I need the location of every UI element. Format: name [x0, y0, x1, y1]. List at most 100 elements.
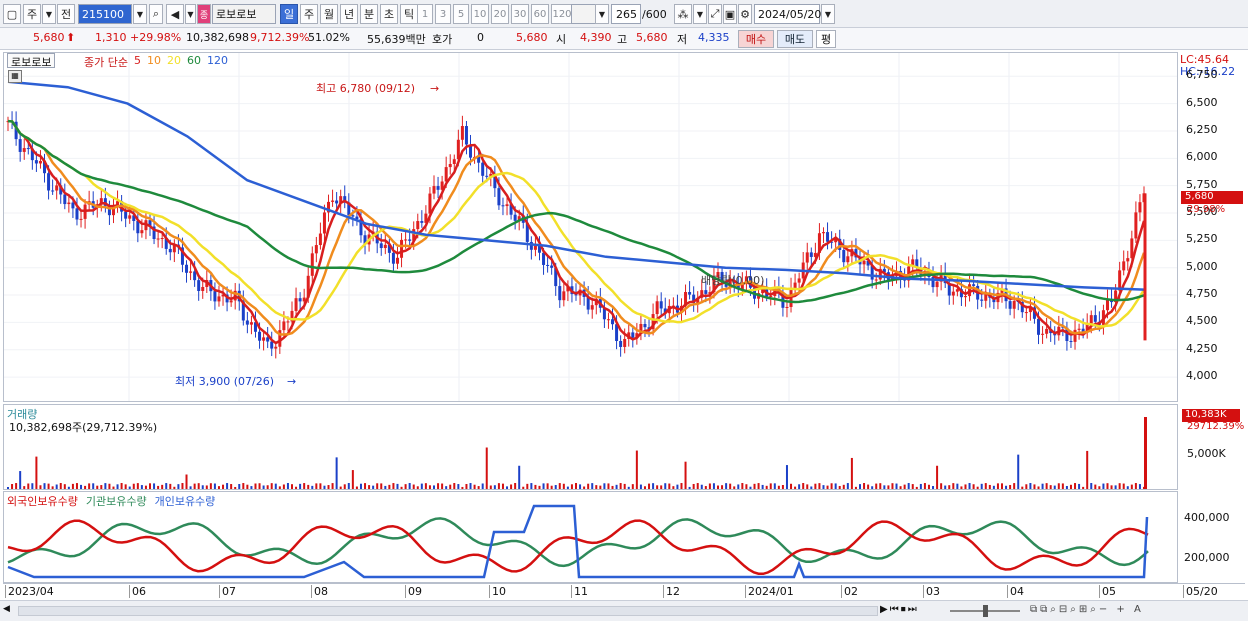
buy-button[interactable]: 매수 — [738, 30, 774, 48]
volume-bar-157 — [643, 486, 646, 489]
ma-legend-4[interactable]: 120 — [207, 54, 228, 70]
volume-bar-91 — [376, 483, 379, 489]
ma-legend-2[interactable]: 20 — [167, 54, 181, 70]
period-button-0[interactable]: 일 — [280, 4, 298, 24]
chevron-down-icon[interactable]: ▼ — [42, 4, 56, 24]
volume-bar-98 — [404, 484, 407, 489]
prev-button[interactable]: 전 — [57, 4, 75, 24]
candle-body-98 — [404, 239, 408, 241]
speaker-icon[interactable]: ◀ — [166, 4, 184, 24]
stock-name-field[interactable]: 로보로보 — [212, 4, 276, 24]
save-icon[interactable]: ▣ — [723, 4, 737, 24]
ma-legend-3[interactable]: 60 — [187, 54, 201, 70]
chevron-down-icon-4[interactable]: ▼ — [693, 4, 707, 24]
minute-button-7[interactable]: 120 — [551, 4, 573, 24]
minute-button-0[interactable]: 1 — [417, 4, 433, 24]
x-tick-4: 09 — [405, 585, 422, 598]
minute-button-6[interactable]: 60 — [531, 4, 549, 24]
ma-legend-0[interactable]: 5 — [134, 54, 141, 70]
candle-body-113 — [464, 126, 468, 145]
period-prefix-select[interactable]: 주 — [23, 4, 41, 24]
minute-button-3[interactable]: 10 — [471, 4, 489, 24]
price-chart[interactable]: →→ — [4, 53, 1177, 401]
average-button[interactable]: 평 — [816, 30, 836, 48]
volume-bar-264 — [1078, 483, 1081, 489]
volume-bar-71 — [295, 486, 298, 489]
volume-bar-213 — [871, 486, 874, 489]
candle-icon[interactable]: ⁂ — [674, 4, 692, 24]
scroll-left-icon[interactable]: ◀ — [3, 604, 15, 618]
candle-body-15 — [67, 202, 71, 205]
period-button-1[interactable]: 주 — [300, 4, 318, 24]
volume-bar-72 — [299, 483, 302, 489]
expand-icon[interactable]: ⤢ — [708, 4, 722, 24]
chevron-down-icon-3[interactable]: ▼ — [595, 4, 609, 24]
turnover: 51.02% — [308, 31, 350, 44]
volume-bar-216 — [883, 485, 886, 489]
candle-body-157 — [643, 323, 647, 328]
x-tick-8: 2024/01 — [745, 585, 794, 598]
code-dropdown-icon[interactable]: ▼ — [133, 4, 147, 24]
volume-bar-44 — [185, 474, 188, 489]
code-input[interactable]: 215100 — [78, 4, 132, 24]
minute-button-4[interactable]: 20 — [491, 4, 509, 24]
period-button-2[interactable]: 월 — [320, 4, 338, 24]
settings-gear-icon[interactable]: ⚙ — [738, 4, 752, 24]
candle-body-195 — [797, 278, 801, 283]
x-tick-5: 10 — [489, 585, 506, 598]
volume-bar-123 — [506, 486, 509, 489]
period-button-3[interactable]: 년 — [340, 4, 358, 24]
ma-legend-1[interactable]: 10 — [147, 54, 161, 70]
candle-body-5 — [26, 148, 30, 150]
low-label: 저 — [677, 33, 688, 46]
legend-stock-name[interactable]: 로보로보 — [7, 53, 56, 69]
period-button-6[interactable]: 틱 — [400, 4, 418, 24]
chevron-down-icon-2[interactable]: ▼ — [185, 4, 196, 24]
candle-body-40 — [168, 248, 172, 253]
volume-bar-56 — [234, 486, 237, 489]
volume-bar-158 — [648, 483, 651, 489]
sell-button[interactable]: 매도 — [777, 30, 813, 48]
volume-bar-236 — [964, 484, 967, 489]
chart-grid-icon[interactable]: ▦ — [8, 70, 22, 83]
playback-controls[interactable]: ▶⏮⏹⏭ — [880, 604, 919, 615]
candle-body-275 — [1122, 261, 1126, 271]
candle-body-14 — [63, 194, 67, 205]
period-button-4[interactable]: 분 — [360, 4, 378, 24]
volume-bar-16 — [71, 483, 74, 489]
volume-chart[interactable] — [4, 405, 1177, 489]
scrollbar-track[interactable] — [18, 606, 878, 616]
volume-bar-237 — [968, 483, 971, 489]
ma-line-5 — [7, 119, 1146, 345]
date-dropdown-icon[interactable]: ▼ — [821, 4, 835, 24]
price-tick-9: 4,500 — [1186, 314, 1218, 328]
volume-bar-195 — [798, 484, 801, 489]
volume-bar-185 — [757, 483, 760, 489]
period-button-5[interactable]: 초 — [380, 4, 398, 24]
candle-body-168 — [688, 292, 692, 295]
volume-bar-200 — [818, 483, 821, 489]
volume-bar-238 — [972, 484, 975, 489]
volume-bar-111 — [457, 484, 460, 489]
holdings-axis: 400,000 200,000 — [1178, 491, 1245, 583]
volume-bar-130 — [534, 484, 537, 489]
zoom-slider-handle[interactable] — [983, 605, 988, 617]
candle-body-108 — [444, 167, 448, 182]
layout-icon[interactable]: ▢ — [3, 4, 21, 24]
volume-bar-61 — [254, 483, 257, 489]
minute-button-1[interactable]: 3 — [435, 4, 451, 24]
volume-bar-274 — [1118, 483, 1121, 489]
search-icon[interactable]: ⌕ — [149, 4, 163, 24]
minute-button-2[interactable]: 5 — [453, 4, 469, 24]
holdings-legend-0[interactable]: 외국인보유수량 — [7, 493, 78, 509]
candle-body-268 — [1093, 315, 1097, 322]
volume-bar-67 — [278, 486, 281, 489]
price-axis: LC:45.64 HC:-16.22 6,750 6,500 6,250 6,000 5… — [1178, 52, 1245, 402]
view-tools-icons[interactable]: ⧉⧉⌕⊟⌕⊞⌕− + A — [1030, 604, 1144, 615]
volume-bar-141 — [579, 484, 582, 489]
date-input[interactable]: 2024/05/20 — [754, 4, 821, 24]
minute-button-5[interactable]: 30 — [511, 4, 529, 24]
count-input[interactable]: 265 — [611, 4, 641, 24]
holdings-legend-1[interactable]: 기관보유수량 — [86, 493, 147, 509]
holdings-legend-2[interactable]: 개인보유수량 — [155, 493, 216, 509]
